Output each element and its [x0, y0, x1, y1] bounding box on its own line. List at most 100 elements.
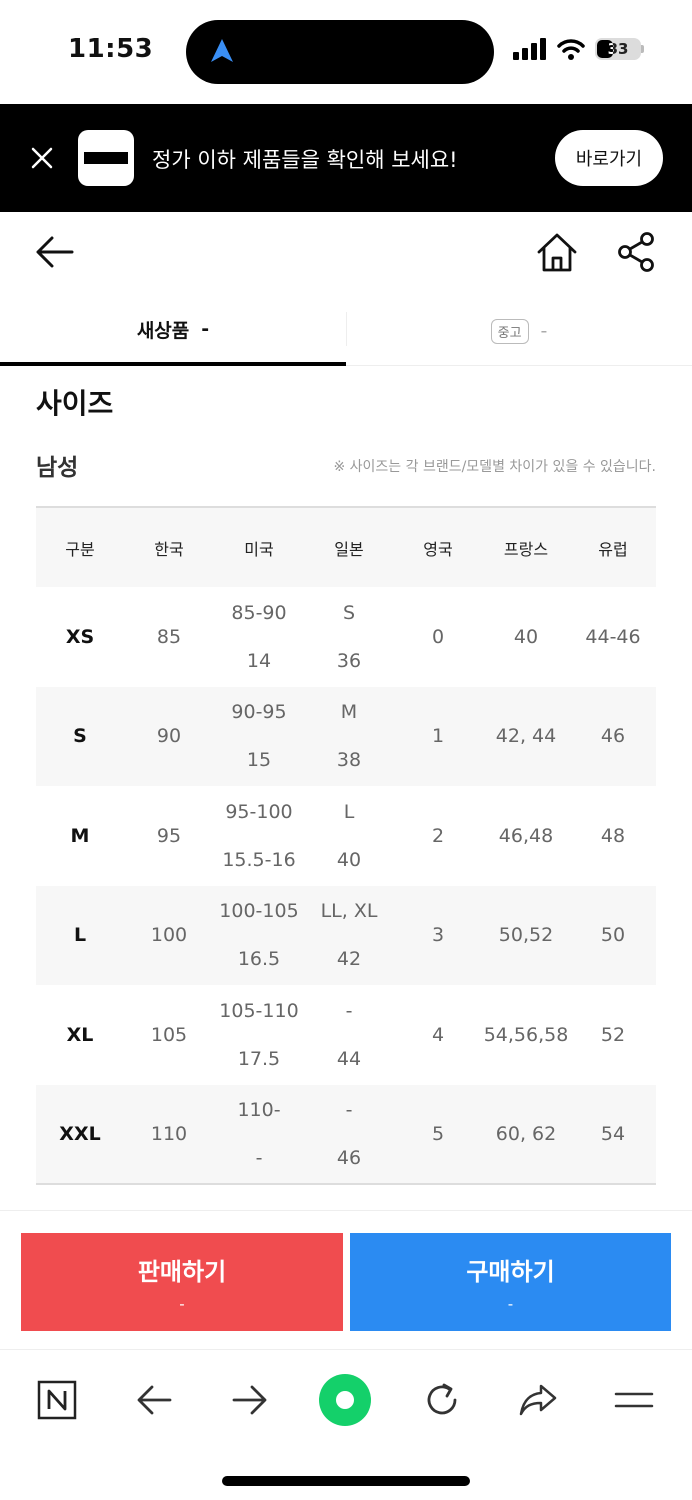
size-kr: 90: [156, 725, 182, 748]
menu-icon[interactable]: [610, 1376, 658, 1424]
size-table: 구분 한국 미국 일본 영국 프랑스 유럽 XS 85 85-90 14 S 36 …: [36, 506, 656, 1185]
table-row: L 100 100-105 16.5 LL, XL 42 3 50,52 50: [36, 885, 656, 985]
signal-icon: [513, 38, 546, 60]
page-header: [0, 212, 692, 292]
battery-level: 33: [607, 40, 629, 58]
size-label: XL: [66, 1023, 94, 1046]
naver-icon[interactable]: [33, 1376, 81, 1424]
header-uk: 영국: [423, 539, 453, 559]
table-header-row: 구분 한국 미국 일본 영국 프랑스 유럽: [36, 507, 656, 587]
back-arrow-icon[interactable]: [130, 1376, 178, 1424]
buy-button-label: 구매하기: [466, 1257, 555, 1286]
size-uk: 5: [431, 1122, 445, 1145]
navigation-arrow-icon: [211, 39, 233, 62]
size-label: L: [73, 924, 87, 947]
size-fr: 46,48: [498, 824, 554, 847]
size-uk: 2: [431, 824, 445, 847]
size-eu: 46: [600, 725, 626, 748]
size-jp: LL, XL 42: [320, 900, 378, 971]
size-fr: 50,52: [498, 924, 554, 947]
table-row: S 90 90-95 15 M 38 1 42, 44 46: [36, 686, 656, 786]
tab-used-price: -: [540, 320, 548, 342]
header-korea: 한국: [154, 539, 184, 559]
header-category: 구분: [65, 539, 95, 559]
table-row: XXL 110 110- - -46 5 60, 62 54: [36, 1084, 656, 1184]
size-fr: 42, 44: [495, 725, 557, 748]
size-kr: 105: [150, 1023, 188, 1046]
condition-tabs: 새상품 - 중고 -: [0, 296, 692, 366]
back-icon[interactable]: [32, 230, 76, 274]
buy-button[interactable]: 구매하기 -: [350, 1233, 671, 1331]
share-arrow-icon[interactable]: [514, 1376, 562, 1424]
size-jp: S 36: [336, 601, 362, 672]
table-row: M 95 95-100 15.5-16 L 40 2 46,48 48: [36, 786, 656, 886]
size-fr: 40: [513, 625, 539, 648]
brand-logo-icon: [78, 130, 134, 186]
size-jp: M 38: [336, 701, 362, 772]
size-kr: 95: [156, 824, 182, 847]
size-label: XXL: [59, 1122, 101, 1145]
table-row: XS 85 85-90 14 S 36 0 40 44-46: [36, 587, 656, 687]
size-jp: -44: [336, 999, 362, 1070]
size-us: 105-110 17.5: [219, 999, 299, 1070]
size-uk: 3: [431, 924, 445, 947]
header-japan: 일본: [334, 539, 364, 559]
size-eu: 44-46: [585, 625, 641, 648]
size-kr: 85: [156, 625, 182, 648]
size-us: 95-100 15.5-16: [222, 800, 296, 871]
status-time: 11:53: [68, 34, 154, 64]
battery-icon: 33: [595, 38, 641, 60]
share-icon[interactable]: [614, 230, 658, 274]
size-eu: 52: [600, 1023, 626, 1046]
size-kr: 110: [150, 1122, 188, 1145]
used-badge: 중고: [490, 318, 529, 344]
tab-new-price: -: [201, 318, 210, 340]
size-label: S: [73, 725, 87, 748]
close-icon[interactable]: [28, 144, 56, 172]
size-us: 85-90 14: [231, 601, 287, 672]
action-bar: 판매하기 - 구매하기 -: [0, 1210, 692, 1350]
size-label: XS: [65, 625, 95, 648]
size-jp: -46: [336, 1098, 362, 1169]
tab-new-label: 새상품: [136, 319, 190, 342]
table-row: XL 105 105-110 17.5 -44 4 54,56,58 52: [36, 985, 656, 1085]
refresh-icon[interactable]: [418, 1376, 466, 1424]
banner-text: 정가 이하 제품들을 확인해 보세요!: [152, 148, 458, 172]
section-title: 사이즈: [36, 387, 114, 420]
size-jp: L 40: [336, 800, 362, 871]
shortcut-button[interactable]: 바로가기: [555, 130, 663, 186]
status-bar: 11:53 33: [0, 0, 692, 104]
size-note: ※ 사이즈는 각 브랜드/모델별 차이가 있을 수 있습니다.: [333, 459, 656, 475]
gender-title: 남성: [36, 455, 79, 481]
size-uk: 0: [431, 625, 445, 648]
forward-arrow-icon[interactable]: [226, 1376, 274, 1424]
sell-button-price: -: [179, 1294, 185, 1313]
size-eu: 54: [600, 1122, 626, 1145]
header-france: 프랑스: [503, 539, 549, 559]
size-uk: 1: [431, 725, 445, 748]
wifi-icon: [557, 39, 585, 60]
size-kr: 100: [150, 924, 188, 947]
header-europe: 유럽: [598, 539, 628, 559]
buy-button-price: -: [507, 1294, 514, 1313]
size-eu: 48: [600, 824, 626, 847]
tab-new[interactable]: 새상품 -: [0, 296, 346, 366]
size-us: 90-95 15: [231, 701, 287, 772]
sell-button-label: 판매하기: [137, 1257, 227, 1286]
home-indicator: [222, 1476, 470, 1486]
size-uk: 4: [431, 1023, 445, 1046]
home-icon[interactable]: [534, 230, 580, 276]
size-fr: 60, 62: [495, 1122, 557, 1145]
size-us: 110- -: [237, 1098, 281, 1169]
dynamic-island: [186, 20, 494, 84]
size-label: M: [70, 824, 90, 847]
status-icons: 33: [513, 38, 644, 60]
tab-used[interactable]: 중고 -: [346, 296, 692, 366]
promo-banner: 정가 이하 제품들을 확인해 보세요! 바로가기: [0, 104, 692, 212]
green-dot-icon[interactable]: [316, 1371, 374, 1429]
size-eu: 50: [600, 924, 626, 947]
sell-button[interactable]: 판매하기 -: [21, 1233, 343, 1331]
size-us: 100-105 16.5: [219, 900, 299, 971]
size-fr: 54,56,58: [483, 1023, 569, 1046]
header-usa: 미국: [244, 539, 274, 559]
